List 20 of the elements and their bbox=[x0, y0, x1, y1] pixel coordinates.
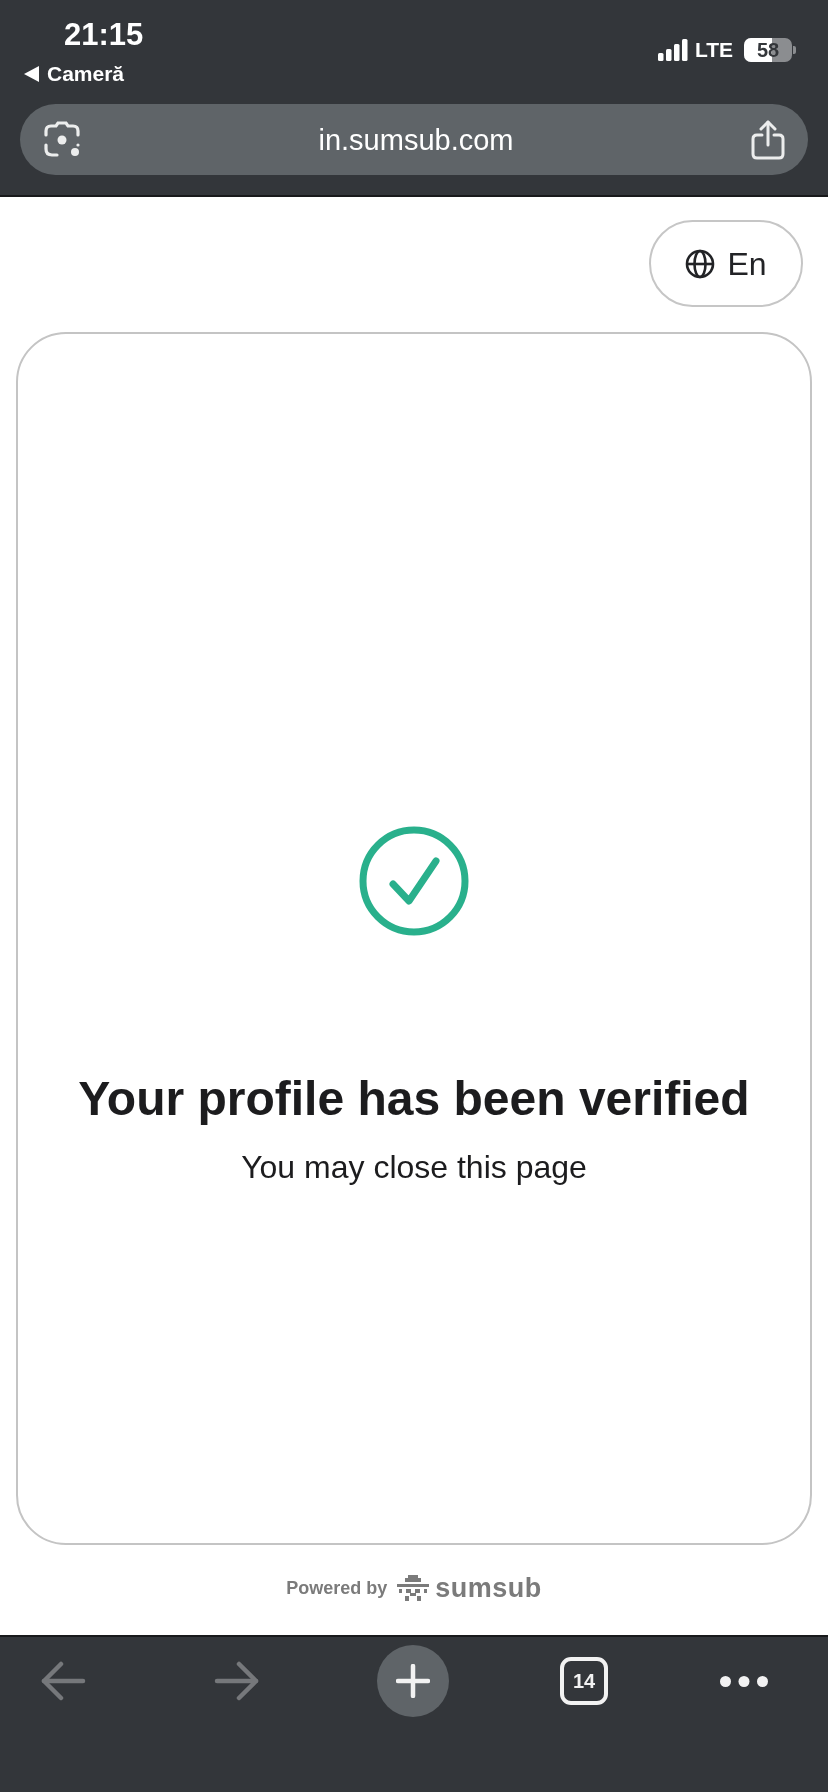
status-time: 21:15 bbox=[64, 16, 144, 54]
brand-wordmark: sumsub bbox=[435, 1574, 542, 1602]
more-menu-icon[interactable] bbox=[720, 1675, 768, 1687]
signal-icon bbox=[657, 39, 688, 61]
back-triangle-icon bbox=[24, 66, 39, 82]
powered-by-label: Powered by bbox=[286, 1577, 388, 1599]
globe-icon bbox=[685, 248, 716, 279]
address-bar[interactable]: in.sumsub.com bbox=[20, 104, 808, 175]
check-circle-icon bbox=[359, 826, 469, 936]
network-label: LTE bbox=[694, 38, 733, 62]
tab-count-button[interactable]: 14 bbox=[560, 1657, 608, 1705]
language-button[interactable]: En bbox=[649, 220, 803, 307]
url-text: in.sumsub.com bbox=[317, 122, 515, 157]
share-icon[interactable] bbox=[751, 119, 785, 160]
result-title: Your profile has been verified bbox=[78, 1071, 750, 1127]
result-message: You may close this page bbox=[241, 1148, 587, 1186]
brand-logo-icon bbox=[397, 1575, 430, 1601]
plus-icon bbox=[396, 1664, 430, 1698]
back-to-app-link[interactable]: Cameră bbox=[47, 62, 125, 86]
camera-search-icon[interactable] bbox=[43, 120, 81, 159]
